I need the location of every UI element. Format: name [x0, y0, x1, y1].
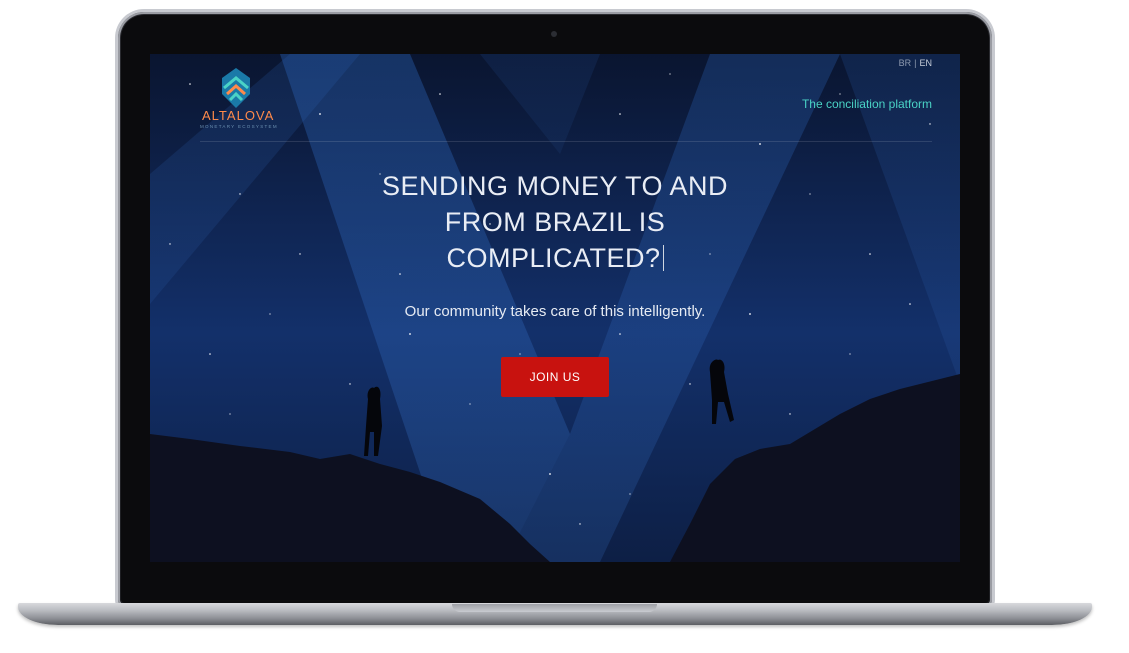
hero-title-line-2: FROM BRAZIL IS — [444, 207, 666, 237]
website-screen: ALTALOVA MONETARY ECOSYSTEM BR | EN The … — [150, 54, 960, 562]
header-divider — [200, 141, 932, 142]
typing-cursor — [662, 245, 664, 271]
lang-br-link[interactable]: BR — [899, 58, 912, 68]
hero-title-line-3: COMPLICATED? — [350, 240, 760, 276]
hero-title: SENDING MONEY TO AND FROM BRAZIL IS COMP… — [350, 168, 760, 276]
logo-subtitle: MONETARY ECOSYSTEM — [200, 124, 278, 129]
join-us-button[interactable]: JOIN US — [501, 357, 609, 397]
hero-title-line-1: SENDING MONEY TO AND — [381, 171, 729, 201]
header-tagline: The conciliation platform — [801, 97, 932, 111]
webcam-icon — [551, 31, 557, 37]
lang-en-link[interactable]: EN — [919, 58, 932, 68]
logo-wordmark[interactable]: ALTALOVA — [202, 108, 274, 123]
hero-subtitle: Our community takes care of this intelli… — [404, 303, 706, 320]
lang-separator: | — [914, 58, 917, 68]
hero-title-line-3-text: COMPLICATED? — [446, 243, 661, 273]
laptop-hinge-notch — [452, 604, 657, 612]
language-switcher: BR | EN — [899, 58, 932, 68]
